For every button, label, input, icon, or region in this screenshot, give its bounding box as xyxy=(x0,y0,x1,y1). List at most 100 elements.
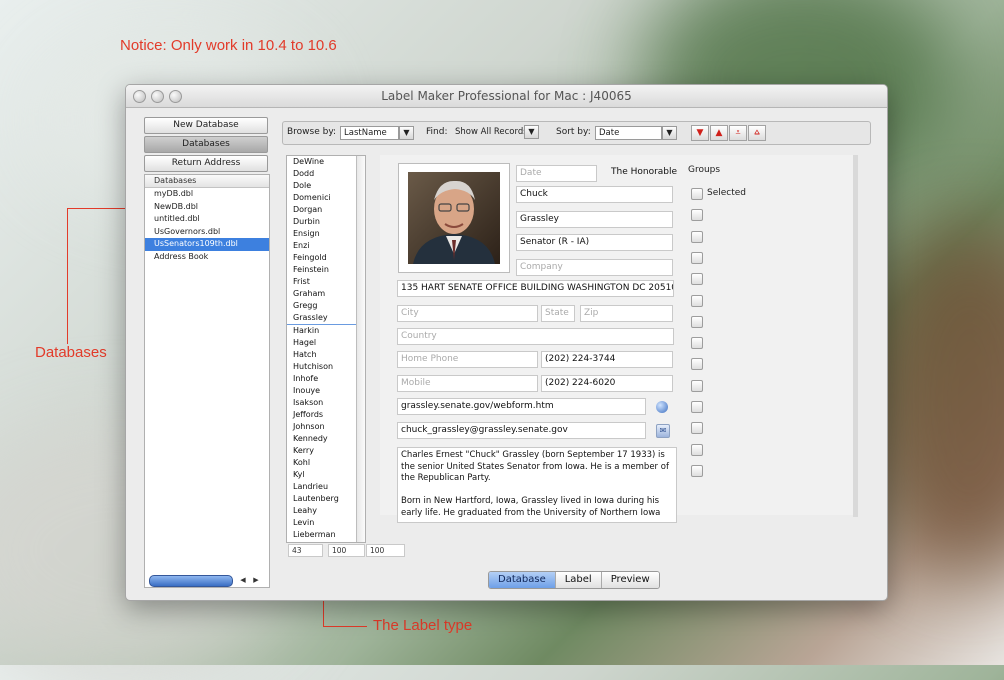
tab-label[interactable]: Label xyxy=(555,572,602,588)
email-field[interactable]: chuck_grassley@grassley.senate.gov xyxy=(397,422,646,439)
address-field[interactable]: 135 HART SENATE OFFICE BUILDING WASHINGT… xyxy=(397,280,674,297)
record-list-item[interactable]: Kerry xyxy=(287,445,365,457)
company-field[interactable]: Company xyxy=(516,259,673,276)
group-checkbox[interactable] xyxy=(691,422,703,435)
record-list-item[interactable]: Inhofe xyxy=(287,373,365,385)
group-checkbox[interactable] xyxy=(691,379,703,392)
record-list-item[interactable]: DeWine xyxy=(287,156,365,168)
database-list-item[interactable]: UsGovernors.dbl xyxy=(145,226,269,239)
return-address-button[interactable]: Return Address xyxy=(144,155,268,172)
record-list-item[interactable]: Kohl xyxy=(287,457,365,469)
biography-text[interactable]: Charles Ernest "Chuck" Grassley (born Se… xyxy=(397,447,677,523)
record-list-item[interactable]: Johnson xyxy=(287,421,365,433)
honorific-field[interactable]: The Honorable xyxy=(608,165,681,180)
database-list-item[interactable]: Address Book xyxy=(145,251,269,264)
sort-by-select[interactable]: Date ▼ xyxy=(595,126,677,140)
record-list-item[interactable]: Enzi xyxy=(287,240,365,252)
home-phone-label-field[interactable]: Home Phone xyxy=(397,351,538,368)
record-list-item[interactable]: Frist xyxy=(287,276,365,288)
record-list-item[interactable]: Kyl xyxy=(287,469,365,481)
sort-ascending-button[interactable]: ▲ xyxy=(710,125,728,141)
record-list-item[interactable]: Dorgan xyxy=(287,204,365,216)
width-field[interactable]: 100 xyxy=(328,544,365,557)
scroll-thumb[interactable] xyxy=(149,575,233,587)
title-field[interactable]: Senator (R - IA) xyxy=(516,234,673,251)
group-checkbox[interactable] xyxy=(691,251,703,264)
website-field[interactable]: grassley.senate.gov/webform.htm xyxy=(397,398,646,415)
databases-button[interactable]: Databases xyxy=(144,136,268,153)
home-phone-field[interactable]: (202) 224-3744 xyxy=(541,351,673,368)
tab-database[interactable]: Database xyxy=(489,572,556,588)
record-list-item[interactable]: Feingold xyxy=(287,252,365,264)
group-checkbox[interactable] xyxy=(691,443,703,456)
record-list-item[interactable]: Leahy xyxy=(287,505,365,517)
group-checkbox[interactable] xyxy=(691,273,703,286)
record-list-item[interactable]: Lautenberg xyxy=(287,493,365,505)
record-list-item[interactable]: Dodd xyxy=(287,168,365,180)
record-list-item[interactable]: Lieberman xyxy=(287,529,365,541)
detail-scrollbar[interactable] xyxy=(853,155,858,517)
mail-icon[interactable]: ✉ xyxy=(656,424,670,438)
sort-first-button[interactable]: ⩠ xyxy=(748,125,766,141)
mobile-field[interactable]: (202) 224-6020 xyxy=(541,375,673,392)
record-list-item[interactable]: Gregg xyxy=(287,300,365,312)
database-list-item[interactable]: untitled.dbl xyxy=(145,213,269,226)
chevron-down-icon[interactable]: ▼ xyxy=(662,126,677,140)
globe-icon[interactable] xyxy=(656,401,668,413)
new-database-button[interactable]: New Database xyxy=(144,117,268,134)
scroll-left-arrow-icon[interactable]: ◀ xyxy=(237,575,249,585)
height-field[interactable]: 100 xyxy=(366,544,405,557)
group-checkbox[interactable] xyxy=(691,209,703,222)
country-field[interactable]: Country xyxy=(397,328,674,345)
record-list-item[interactable]: Grassley xyxy=(287,312,365,325)
city-field[interactable]: City xyxy=(397,305,538,322)
group-checkbox[interactable] xyxy=(691,401,703,413)
mobile-label-field[interactable]: Mobile xyxy=(397,375,538,392)
state-field[interactable]: State xyxy=(541,305,575,322)
tab-preview[interactable]: Preview xyxy=(601,572,659,588)
group-checkbox[interactable] xyxy=(691,464,703,477)
zip-field[interactable]: Zip xyxy=(580,305,673,322)
chevron-down-icon[interactable]: ▼ xyxy=(399,126,414,140)
record-list-item[interactable]: Harkin xyxy=(287,325,365,337)
sort-descending-button[interactable]: ▼ xyxy=(691,125,709,141)
scroll-right-arrow-icon[interactable]: ▶ xyxy=(250,575,262,585)
database-list-item[interactable]: UsSenators109th.dbl xyxy=(145,238,269,251)
record-list-scrollbar[interactable] xyxy=(356,156,365,542)
groups-title: Groups xyxy=(688,165,721,175)
database-list-scrollbar[interactable]: ◀ ▶ xyxy=(149,575,265,587)
group-checkbox[interactable] xyxy=(691,315,703,328)
group-checkbox[interactable] xyxy=(691,358,703,371)
browse-by-select[interactable]: LastName ▼ xyxy=(340,126,414,140)
record-list-item[interactable]: Jeffords xyxy=(287,409,365,421)
date-field[interactable]: Date xyxy=(516,165,597,182)
group-checkbox[interactable] xyxy=(691,337,703,350)
group-checkbox[interactable] xyxy=(691,230,703,243)
record-list-item[interactable]: Durbin xyxy=(287,216,365,228)
record-list-item[interactable]: Ensign xyxy=(287,228,365,240)
contact-photo[interactable] xyxy=(398,163,510,273)
record-list-item[interactable]: Hutchison xyxy=(287,361,365,373)
database-list-item[interactable]: NewDB.dbl xyxy=(145,201,269,214)
record-list-item[interactable]: Domenici xyxy=(287,192,365,204)
record-list-item[interactable]: Hagel xyxy=(287,337,365,349)
record-list-item[interactable]: Levin xyxy=(287,517,365,529)
record-list-item[interactable]: Dole xyxy=(287,180,365,192)
record-list-item[interactable]: Hatch xyxy=(287,349,365,361)
record-list-item[interactable]: Kennedy xyxy=(287,433,365,445)
record-list-item[interactable]: Landrieu xyxy=(287,481,365,493)
record-list-item[interactable]: Graham xyxy=(287,288,365,300)
group-checkbox[interactable] xyxy=(691,294,703,307)
first-name-field[interactable]: Chuck xyxy=(516,186,673,203)
database-list-item[interactable]: myDB.dbl xyxy=(145,188,269,201)
record-list-item[interactable]: Isakson xyxy=(287,397,365,409)
record-count-field[interactable]: 43 xyxy=(288,544,323,557)
sort-last-button[interactable]: ⩡ xyxy=(729,125,747,141)
find-select[interactable]: Show All Records ▼ xyxy=(452,125,539,139)
last-name-field[interactable]: Grassley xyxy=(516,211,673,228)
record-list-item[interactable]: Feinstein xyxy=(287,264,365,276)
title-bar[interactable]: Label Maker Professional for Mac : J4006… xyxy=(126,85,887,108)
record-list-item[interactable]: Inouye xyxy=(287,385,365,397)
chevron-down-icon[interactable]: ▼ xyxy=(524,125,539,139)
group-checkbox[interactable] xyxy=(691,188,703,200)
